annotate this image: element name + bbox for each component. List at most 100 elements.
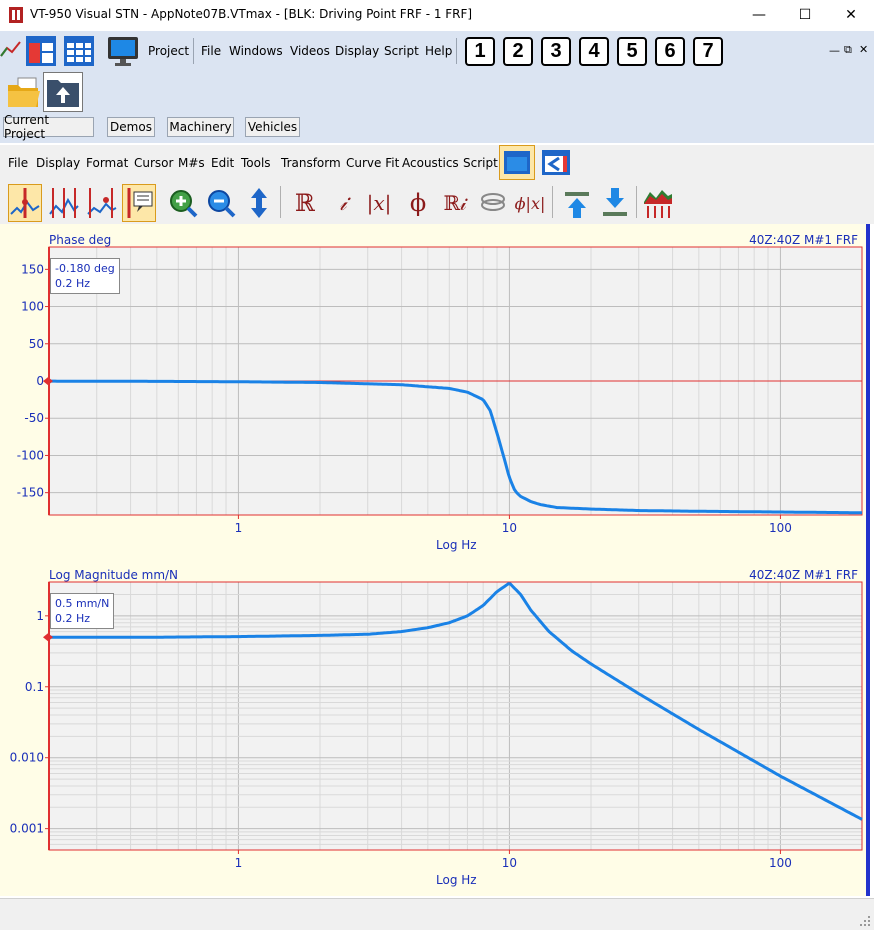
mag-ytick-label: 1 (36, 609, 44, 623)
mag-ytick-label: 0.001 (10, 822, 44, 836)
win-menu-acoustics[interactable]: Acoustics (402, 156, 459, 170)
window-6-button[interactable]: 6 (655, 37, 685, 66)
line-cursor-button[interactable] (85, 184, 119, 222)
win-menu-curve-fit[interactable]: Curve Fit (346, 156, 399, 170)
vertical-arrows-icon (251, 188, 267, 218)
grid-window-icon[interactable] (63, 35, 95, 67)
window-1-button[interactable]: 1 (465, 37, 495, 66)
win-menu-transform[interactable]: Transform (281, 156, 341, 170)
tab-demos[interactable]: Demos (107, 117, 155, 137)
arrow-down-bar-icon (603, 188, 627, 216)
label-cursor-icon (127, 188, 153, 218)
app-logo-icon (9, 7, 23, 23)
cursor-band-button[interactable] (8, 184, 42, 222)
window-single-icon (504, 151, 530, 174)
real-part-button[interactable]: ℝ (288, 184, 322, 222)
phase-ytick-label: 50 (29, 337, 44, 351)
mag-cursor-frequency: 0.2 Hz (55, 612, 91, 625)
layout-window-icon[interactable] (25, 35, 57, 67)
spectrum-options-button[interactable] (641, 184, 675, 222)
menu-project[interactable]: Project (148, 44, 189, 58)
window-back-icon[interactable] (539, 146, 573, 179)
win-menu-format[interactable]: Format (86, 156, 128, 170)
upload-folder-button[interactable] (43, 72, 83, 112)
win-menu-mnums[interactable]: M#s (178, 156, 205, 170)
phase-xtick-label: 10 (502, 521, 517, 535)
magnitude-button[interactable]: |x| (362, 184, 396, 222)
phase-cursor-value: -0.180 deg (55, 262, 115, 275)
graph-scroll-indicator[interactable] (866, 224, 870, 896)
spectrum-bars-icon (644, 190, 672, 218)
tab-vehicles[interactable]: Vehicles (245, 117, 300, 137)
move-up-button[interactable] (560, 184, 594, 222)
maximize-button[interactable]: ☐ (782, 0, 828, 30)
nyquist-button[interactable] (476, 184, 510, 222)
win-menu-cursor[interactable]: Cursor (134, 156, 173, 170)
toolbar-divider (193, 38, 194, 64)
mag-plot-background (49, 582, 862, 850)
minimize-button[interactable]: — (736, 0, 782, 30)
phase-cursor-readout: -0.180 deg 0.2 Hz (50, 258, 120, 294)
menu-windows[interactable]: Windows (229, 44, 283, 58)
win-menu-tools[interactable]: Tools (241, 156, 271, 170)
tab-current-project[interactable]: Current Project (3, 113, 94, 141)
win-menu-script[interactable]: Script (463, 156, 498, 170)
folder-strip (0, 71, 874, 113)
mag-cursor-readout: 0.5 mm/N 0.2 Hz (50, 593, 115, 629)
folder-up-icon (47, 80, 79, 107)
menu-videos[interactable]: Videos (290, 44, 330, 58)
close-button[interactable]: ✕ (828, 0, 874, 30)
single-window-button[interactable] (499, 145, 535, 180)
zoom-out-button[interactable] (204, 184, 238, 222)
phase-magnitude-button[interactable]: ϕ|x| (513, 184, 547, 222)
mdi-close-icon[interactable]: ✕ (859, 43, 868, 56)
frf-charts[interactable]: 150 100 50 0 -50 -100 -150 1 10 100 1 0.1 0.010 0.001… (0, 224, 866, 896)
cursor-label-button[interactable] (122, 184, 156, 222)
mag-cursor-value: 0.5 mm/N (55, 597, 110, 610)
window-title: VT-950 Visual STN - AppNote07B.VTmax - [… (30, 7, 473, 21)
mag-ytick-label: 0.010 (10, 751, 44, 765)
band-cursor-icon (10, 188, 40, 218)
phase-ytick-label: -150 (17, 486, 44, 500)
zoom-in-button[interactable] (166, 184, 200, 222)
auto-scale-button[interactable] (242, 184, 276, 222)
coil-icon (481, 193, 505, 211)
window-7-button[interactable]: 7 (693, 37, 723, 66)
monitor-icon[interactable] (106, 34, 140, 68)
zoom-out-icon (208, 190, 236, 218)
phase-ytick-label: -50 (24, 411, 44, 425)
phase-xtick-label: 1 (235, 521, 243, 535)
menu-file[interactable]: File (201, 44, 221, 58)
window-2-button[interactable]: 2 (503, 37, 533, 66)
chart-trend-icon[interactable] (0, 38, 22, 62)
win-menu-file[interactable]: File (8, 156, 28, 170)
window-4-button[interactable]: 4 (579, 37, 609, 66)
menu-display[interactable]: Display (335, 44, 379, 58)
peak-cursor-icon (49, 188, 79, 218)
open-folder-icon[interactable] (6, 75, 42, 109)
title-bar: VT-950 Visual STN - AppNote07B.VTmax - [… (0, 0, 874, 30)
tab-machinery[interactable]: Machinery (167, 117, 234, 137)
move-down-button[interactable] (598, 184, 632, 222)
mdi-restore-icon[interactable]: ⧉ (844, 43, 852, 57)
window-3-button[interactable]: 3 (541, 37, 571, 66)
zoom-in-icon (170, 190, 198, 218)
imag-part-button[interactable]: 𝒾 (326, 184, 360, 222)
resize-grip-icon[interactable] (858, 914, 872, 928)
win-menu-display[interactable]: Display (36, 156, 80, 170)
phase-ytick-label: -100 (17, 448, 44, 462)
win-menu-edit[interactable]: Edit (211, 156, 234, 170)
mag-xtick-label: 100 (769, 856, 792, 870)
toolbar-divider (636, 186, 637, 218)
menu-help[interactable]: Help (425, 44, 452, 58)
phase-button[interactable]: ϕ (401, 184, 435, 222)
mag-ytick-label: 0.1 (25, 680, 44, 694)
multi-cursor-button[interactable] (47, 184, 81, 222)
mdi-minimize-icon[interactable]: — (829, 44, 840, 57)
phase-ytick-label: 150 (21, 262, 44, 276)
window-5-button[interactable]: 5 (617, 37, 647, 66)
menu-script[interactable]: Script (384, 44, 419, 58)
mag-xtick-label: 10 (502, 856, 517, 870)
toolbar-divider (280, 186, 281, 218)
real-imag-button[interactable]: ℝ𝒾 (438, 184, 472, 222)
